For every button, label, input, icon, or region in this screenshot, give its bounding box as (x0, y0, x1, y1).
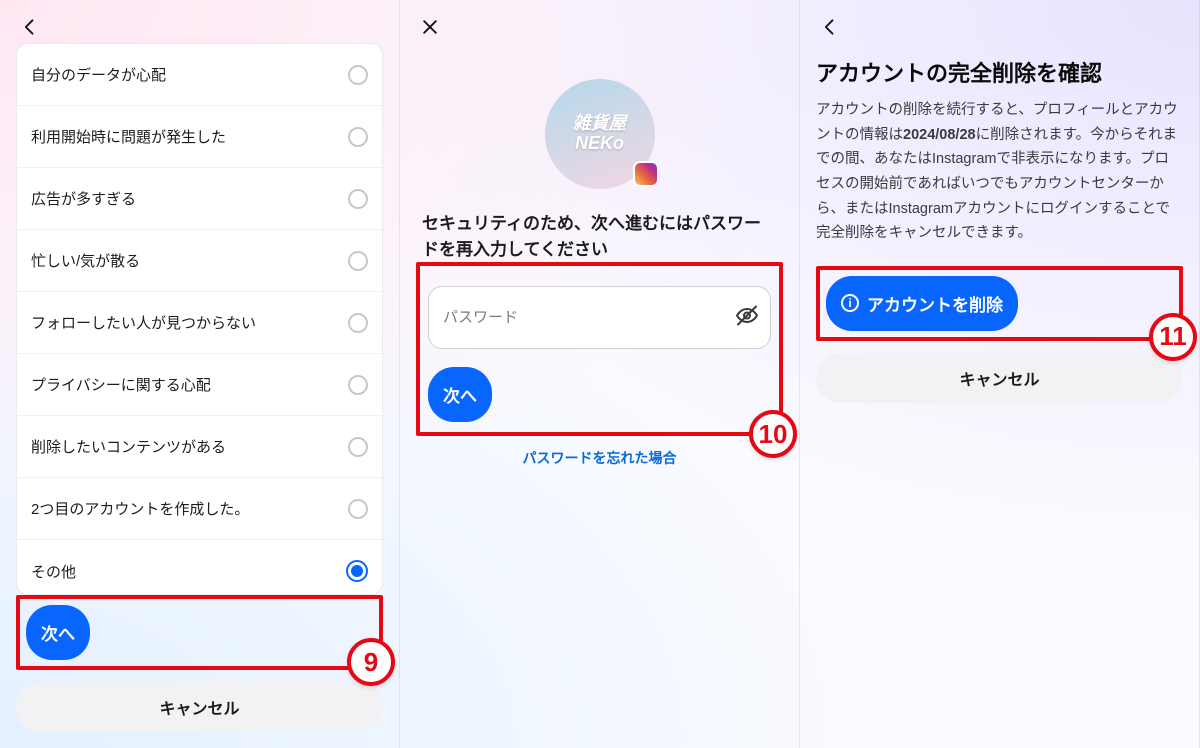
radio-unselected-icon[interactable] (348, 65, 368, 85)
step-number-badge: 10 (749, 410, 797, 458)
reason-label: 2つ目のアカウントを作成した。 (31, 498, 249, 519)
nav-row (816, 10, 1183, 44)
next-button[interactable]: 次へ (428, 367, 492, 422)
avatar: 雑貨屋 NEKo (416, 79, 783, 189)
delete-account-button[interactable]: アカウントを削除 (826, 276, 1018, 331)
nav-row (16, 10, 383, 43)
step-number-badge: 9 (347, 638, 395, 686)
next-button-label: 次へ (443, 382, 477, 407)
cancel-button[interactable]: キャンセル (816, 353, 1183, 403)
reason-row[interactable]: 自分のデータが心配 (17, 44, 382, 106)
confirm-body-date: 2024/08/28 (903, 127, 976, 143)
reason-label: 忙しい/気が散る (31, 250, 140, 271)
radio-unselected-icon[interactable] (348, 437, 368, 457)
reason-row[interactable]: 広告が多すぎる (17, 168, 382, 230)
reason-row[interactable]: その他 (17, 540, 382, 595)
reason-row[interactable]: 忙しい/気が散る (17, 230, 382, 292)
reason-label: その他 (31, 561, 76, 582)
radio-unselected-icon[interactable] (348, 251, 368, 271)
radio-unselected-icon[interactable] (348, 375, 368, 395)
password-heading: セキュリティのため、次へ進むにはパスワードを再入力してください (416, 211, 783, 262)
page-title: アカウントの完全削除を確認 (816, 56, 1183, 88)
close-icon[interactable] (416, 13, 444, 41)
reason-label: 削除したいコンテンツがある (31, 436, 226, 457)
password-input[interactable] (428, 286, 771, 349)
panel-confirm-delete: アカウントの完全削除を確認 アカウントの削除を続行すると、プロフィールとアカウン… (800, 0, 1200, 748)
reason-row[interactable]: プライバシーに関する心配 (17, 354, 382, 416)
avatar-text-line1: 雑貨屋 (573, 114, 627, 134)
toggle-visibility-icon[interactable] (735, 303, 759, 332)
reason-row[interactable]: フォローしたい人が見つからない (17, 292, 382, 354)
confirm-body: アカウントの削除を続行すると、プロフィールとアカウントの情報は2024/08/2… (816, 98, 1183, 246)
cancel-button-label: キャンセル (159, 701, 239, 718)
cancel-button-label: キャンセル (959, 372, 1039, 389)
back-icon[interactable] (16, 13, 44, 41)
reason-row[interactable]: 削除したいコンテンツがある (17, 416, 382, 478)
reason-row[interactable]: 利用開始時に問題が発生した (17, 106, 382, 168)
reason-label: プライバシーに関する心配 (31, 374, 211, 395)
cancel-button[interactable]: キャンセル (16, 682, 383, 732)
radio-unselected-icon[interactable] (348, 127, 368, 147)
forgot-password-link[interactable]: パスワードを忘れた場合 (416, 448, 783, 468)
reason-list: 自分のデータが心配利用開始時に問題が発生した広告が多すぎる忙しい/気が散るフォロ… (16, 43, 383, 595)
back-icon[interactable] (816, 13, 844, 41)
reason-label: 広告が多すぎる (31, 188, 136, 209)
radio-unselected-icon[interactable] (348, 499, 368, 519)
instagram-icon (633, 161, 659, 187)
reason-row[interactable]: 2つ目のアカウントを作成した。 (17, 478, 382, 540)
reason-label: 利用開始時に問題が発生した (31, 126, 226, 147)
confirm-body-post: に削除されます。今からそれまでの間、あなたはInstagramで非表示になります… (816, 127, 1177, 242)
reason-label: フォローしたい人が見つからない (31, 312, 256, 333)
radio-unselected-icon[interactable] (348, 189, 368, 209)
radio-selected-icon[interactable] (346, 560, 368, 582)
avatar-text-line2: NEKo (575, 134, 624, 154)
panel-reasons: 自分のデータが心配利用開始時に問題が発生した広告が多すぎる忙しい/気が散るフォロ… (0, 0, 400, 748)
next-button[interactable]: 次へ (26, 605, 90, 660)
reason-label: 自分のデータが心配 (31, 64, 166, 85)
info-icon (841, 294, 859, 312)
panel-password: 雑貨屋 NEKo セキュリティのため、次へ進むにはパスワードを再入力してください… (400, 0, 800, 748)
step-number-badge: 11 (1149, 313, 1197, 361)
forgot-password-label: パスワードを忘れた場合 (523, 450, 677, 466)
step-callout-11: アカウントを削除 11 (816, 266, 1183, 341)
delete-account-label: アカウントを削除 (867, 291, 1003, 316)
radio-unselected-icon[interactable] (348, 313, 368, 333)
next-button-label: 次へ (41, 620, 75, 645)
step-callout-9: 次へ 9 (16, 595, 383, 670)
nav-row (416, 10, 783, 44)
step-callout-10: 次へ 10 (416, 262, 783, 436)
